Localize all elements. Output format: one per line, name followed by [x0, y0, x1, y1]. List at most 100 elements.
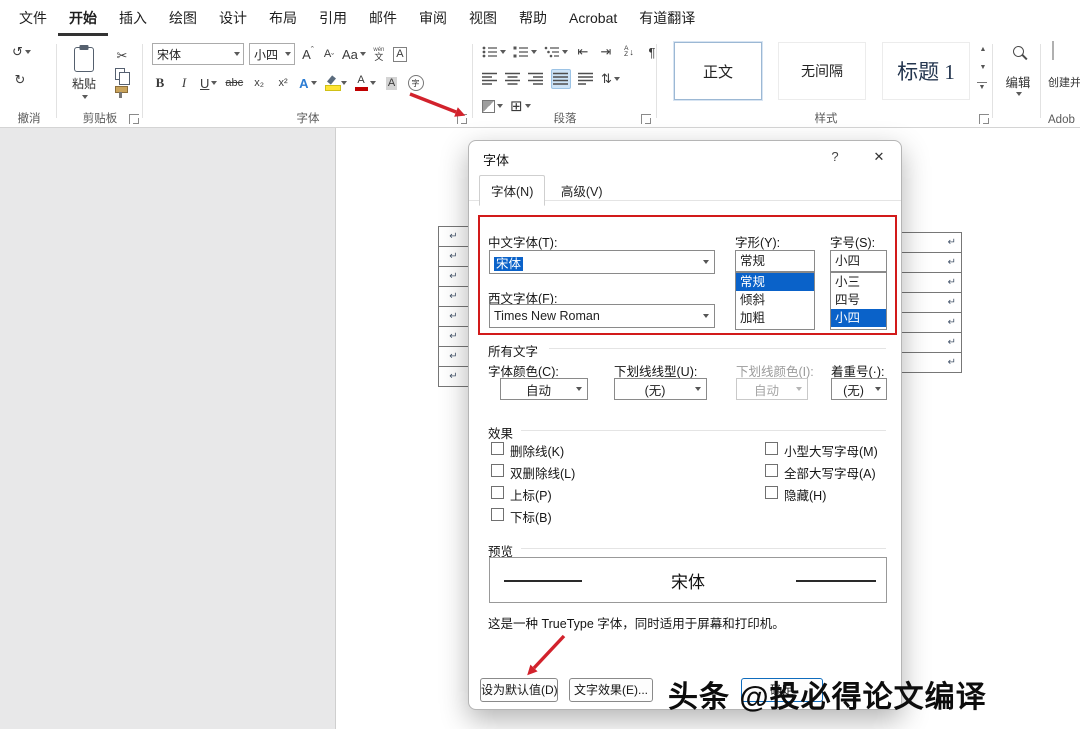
styles-scroll-down-icon[interactable]: ▼ — [974, 64, 992, 71]
enclose-characters-button[interactable]: 字 — [408, 73, 424, 93]
tab-draw[interactable]: 绘图 — [158, 0, 208, 36]
clipboard-dialog-launcher-icon[interactable] — [129, 114, 139, 124]
list-item[interactable]: 倾斜 — [736, 291, 814, 309]
font-size-combo[interactable]: 小四 — [249, 43, 295, 65]
shrink-font-button[interactable]: Aˇ — [321, 44, 337, 64]
word-window: 文件 开始 插入 绘图 设计 布局 引用 邮件 审阅 视图 帮助 Acrobat… — [0, 0, 1080, 729]
table-row: ↵ — [439, 367, 468, 387]
styles-scroll-up-icon[interactable]: ▲ — [974, 46, 992, 53]
subscript-button[interactable]: x₂ — [251, 73, 267, 93]
tab-references[interactable]: 引用 — [308, 0, 358, 36]
search-icon[interactable] — [1013, 46, 1024, 57]
numbering-button[interactable] — [513, 42, 537, 62]
character-shading-button[interactable]: A — [384, 73, 400, 93]
font-size-edit[interactable]: 小四 — [830, 250, 887, 272]
close-icon[interactable]: ✕ — [871, 149, 887, 165]
paragraph-dialog-launcher-icon[interactable] — [641, 114, 651, 124]
redo-button[interactable]: ↻ — [12, 70, 28, 90]
paste-button[interactable]: 粘贴 — [62, 40, 106, 106]
list-item[interactable]: 常规 — [736, 273, 814, 291]
cut-button[interactable]: ✂ — [114, 46, 130, 66]
style-heading1[interactable]: 标题 1 — [882, 42, 970, 100]
set-default-button[interactable]: 设为默认值(D) — [480, 678, 558, 702]
tab-insert[interactable]: 插入 — [108, 0, 158, 36]
sort-button[interactable]: AZ↓ — [621, 42, 637, 62]
checkbox-subscript[interactable] — [491, 508, 504, 521]
tab-mailings[interactable]: 邮件 — [358, 0, 408, 36]
tab-file[interactable]: 文件 — [8, 0, 58, 36]
grow-font-button[interactable]: Aˆ — [300, 44, 316, 64]
cell-end-mark: ↵ — [948, 297, 956, 308]
checkbox-all-caps[interactable] — [765, 464, 778, 477]
checkbox-double-strikethrough[interactable] — [491, 464, 504, 477]
character-border-button[interactable]: A — [392, 44, 408, 64]
editing-button[interactable]: 编辑 — [996, 72, 1040, 91]
editing-dd[interactable] — [996, 92, 1040, 96]
help-icon[interactable]: ? — [827, 149, 843, 164]
list-item[interactable]: 小三 — [831, 273, 886, 291]
line-spacing-icon: ⇅ — [601, 71, 612, 87]
change-case-button[interactable]: Aa — [342, 44, 366, 64]
create-pdf-button[interactable] — [1052, 42, 1054, 60]
tab-acrobat[interactable]: Acrobat — [558, 0, 628, 36]
decrease-indent-button[interactable]: ⇤ — [575, 42, 591, 62]
text-effects-button-dialog[interactable]: 文字效果(E)... — [569, 678, 653, 702]
grow-font-icon: A — [302, 47, 311, 62]
checkbox-hidden[interactable] — [765, 486, 778, 499]
list-item[interactable]: 加粗 — [736, 309, 814, 327]
tab-font[interactable]: 字体(N) — [479, 175, 545, 206]
chevron-down-icon — [703, 314, 709, 318]
increase-indent-button[interactable]: ⇥ — [598, 42, 614, 62]
copy-icon[interactable] — [115, 68, 125, 80]
chinese-font-combo[interactable]: 宋体 — [489, 250, 715, 274]
list-item[interactable]: 四号 — [831, 291, 886, 309]
western-font-combo[interactable]: Times New Roman — [489, 304, 715, 328]
strikethrough-button[interactable]: abc — [225, 73, 243, 93]
tab-review[interactable]: 审阅 — [408, 0, 458, 36]
underline-button[interactable]: U — [200, 73, 217, 93]
bold-button[interactable]: B — [152, 73, 168, 93]
tab-help[interactable]: 帮助 — [508, 0, 558, 36]
multilevel-list-button[interactable] — [544, 42, 568, 62]
align-left-button[interactable] — [482, 69, 498, 89]
styles-dialog-launcher-icon[interactable] — [979, 114, 989, 124]
align-center-button[interactable] — [505, 69, 521, 89]
underline-color-value: 自动 — [737, 380, 796, 399]
superscript-button[interactable]: x² — [275, 73, 291, 93]
font-name-combo[interactable]: 宋体 — [152, 43, 244, 65]
font-style-edit[interactable]: 常规 — [735, 250, 815, 272]
bullets-button[interactable] — [482, 42, 506, 62]
italic-button[interactable]: I — [176, 73, 192, 93]
highlight-color-button[interactable] — [325, 73, 347, 93]
checkbox-superscript[interactable] — [491, 486, 504, 499]
tab-layout[interactable]: 布局 — [258, 0, 308, 36]
tab-view[interactable]: 视图 — [458, 0, 508, 36]
show-marks-button[interactable]: ¶ — [644, 42, 660, 62]
checkbox-strikethrough[interactable] — [491, 442, 504, 455]
font-color-combo[interactable]: 自动 — [500, 378, 588, 400]
undo-button[interactable]: ↺ — [12, 42, 31, 62]
tab-youdao-translate[interactable]: 有道翻译 — [628, 0, 706, 36]
tab-home[interactable]: 开始 — [58, 0, 108, 36]
emphasis-mark-combo[interactable]: (无) — [831, 378, 887, 400]
font-dialog-launcher-icon[interactable] — [457, 114, 467, 124]
justify-button[interactable] — [551, 69, 571, 89]
paste-clipboard-icon — [74, 47, 94, 72]
tab-design[interactable]: 设计 — [208, 0, 258, 36]
format-painter-icon[interactable] — [115, 86, 126, 99]
font-color-button[interactable]: A — [355, 73, 376, 93]
tab-advanced[interactable]: 高级(V) — [550, 176, 614, 205]
styles-gallery-more-icon[interactable]: ▼ — [977, 82, 987, 91]
style-normal[interactable]: 正文 — [674, 42, 762, 100]
distribute-button[interactable] — [578, 69, 594, 89]
ribbon: ↺ ↻ 撤消 粘贴 ✂ 剪贴板 宋体 — [0, 36, 1080, 128]
style-no-spacing[interactable]: 无间隔 — [778, 42, 866, 100]
checkbox-small-caps[interactable] — [765, 442, 778, 455]
text-effects-button[interactable]: A — [299, 73, 316, 93]
underline-style-combo[interactable]: (无) — [614, 378, 707, 400]
line-spacing-button[interactable]: ⇅ — [601, 69, 620, 89]
list-item[interactable]: 小四 — [831, 309, 886, 327]
phonetic-guide-button[interactable]: wén文 — [371, 44, 387, 64]
align-right-button[interactable] — [528, 69, 544, 89]
font-dialog: 字体 ? ✕ 字体(N) 高级(V) 中文字体(T): 宋体 字形(Y): 常规… — [468, 140, 902, 710]
